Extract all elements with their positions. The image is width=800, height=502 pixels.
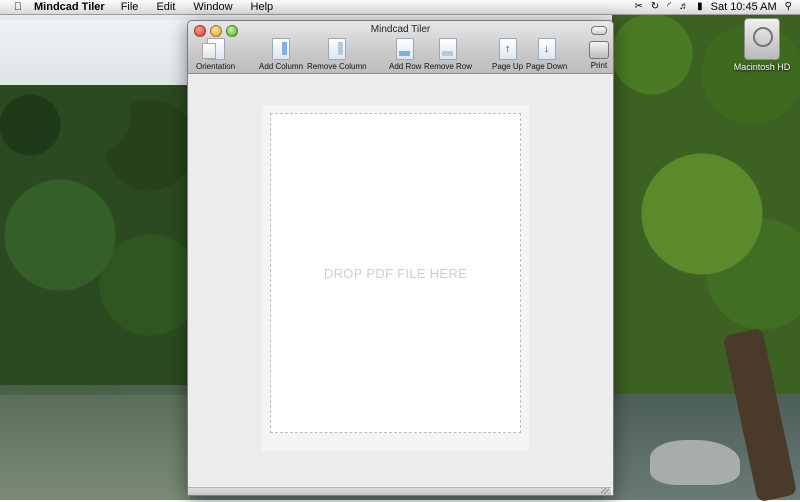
- apple-logo-icon[interactable]: : [6, 1, 30, 13]
- menu-bar:  Mindcad Tiler File Edit Window Help ✂ …: [0, 0, 800, 15]
- add-column-icon: [272, 38, 291, 60]
- menu-window[interactable]: Window: [184, 1, 241, 13]
- menu-edit[interactable]: Edit: [147, 1, 184, 13]
- pdf-drop-zone[interactable]: DROP PDF FILE HERE: [270, 113, 521, 433]
- menu-app-name[interactable]: Mindcad Tiler: [30, 1, 112, 13]
- battery-icon[interactable]: ▮: [697, 1, 703, 13]
- toolbar-toggle-button[interactable]: [591, 26, 607, 35]
- page-down-button[interactable]: ↓ Page Down: [526, 38, 567, 71]
- add-row-label: Add Row: [389, 62, 422, 71]
- resize-grip-icon[interactable]: [601, 488, 609, 494]
- scissors-icon[interactable]: ✂: [634, 1, 642, 13]
- page-preview: DROP PDF FILE HERE: [262, 105, 529, 451]
- remove-row-button[interactable]: Remove Row: [424, 38, 472, 71]
- wifi-icon[interactable]: ◜: [667, 1, 671, 13]
- hard-drive-icon[interactable]: [744, 18, 780, 60]
- orientation-icon: [201, 38, 225, 60]
- page-down-label: Page Down: [526, 62, 568, 71]
- app-window: Mindcad Tiler Orientation Add Column Rem…: [187, 20, 614, 496]
- add-column-button[interactable]: Add Column: [259, 38, 303, 71]
- toolbar: Orientation Add Column Remove Column Add…: [188, 38, 613, 73]
- add-column-label: Add Column: [259, 62, 304, 71]
- remove-column-button[interactable]: Remove Column: [307, 38, 367, 71]
- spotlight-icon[interactable]: ⚲: [785, 1, 792, 13]
- menu-file[interactable]: File: [112, 1, 148, 13]
- window-bottom-bar: [188, 487, 611, 495]
- wallpaper-sky: [0, 20, 190, 90]
- print-button[interactable]: Print: [589, 38, 609, 70]
- wallpaper-rock: [650, 440, 740, 485]
- sync-icon[interactable]: ↻: [651, 1, 659, 13]
- hd-label: Macintosh HD: [733, 62, 791, 72]
- menu-extras: ✂ ↻ ◜ ♬ ▮ Sat 10:45 AM ⚲: [634, 1, 800, 13]
- remove-column-icon: [327, 38, 346, 60]
- wallpaper-trees-left: [0, 85, 190, 385]
- arrow-down-icon: ↓: [537, 38, 556, 60]
- page-up-label: Page Up: [492, 62, 524, 71]
- add-row-button[interactable]: Add Row: [389, 38, 421, 71]
- print-label: Print: [590, 61, 608, 70]
- orientation-label: Orientation: [196, 62, 236, 71]
- drop-zone-text: DROP PDF FILE HERE: [323, 265, 468, 281]
- volume-icon[interactable]: ♬: [679, 1, 689, 13]
- wallpaper-water-left: [0, 395, 190, 500]
- menu-help[interactable]: Help: [242, 1, 283, 13]
- arrow-up-icon: ↑: [498, 38, 517, 60]
- add-row-icon: [396, 38, 415, 60]
- remove-row-icon: [439, 38, 457, 60]
- desktop-hd-item[interactable]: Macintosh HD: [732, 18, 792, 72]
- remove-row-label: Remove Row: [424, 62, 473, 71]
- orientation-button[interactable]: Orientation: [196, 38, 235, 71]
- menu-clock[interactable]: Sat 10:45 AM: [711, 1, 777, 13]
- window-title: Mindcad Tiler: [370, 24, 431, 35]
- printer-icon: [589, 41, 609, 59]
- page-up-button[interactable]: ↑ Page Up: [492, 38, 523, 71]
- remove-column-label: Remove Column: [307, 62, 367, 71]
- document-area: DROP PDF FILE HERE: [188, 74, 611, 488]
- title-bar[interactable]: Mindcad Tiler Orientation Add Column Rem…: [188, 21, 613, 74]
